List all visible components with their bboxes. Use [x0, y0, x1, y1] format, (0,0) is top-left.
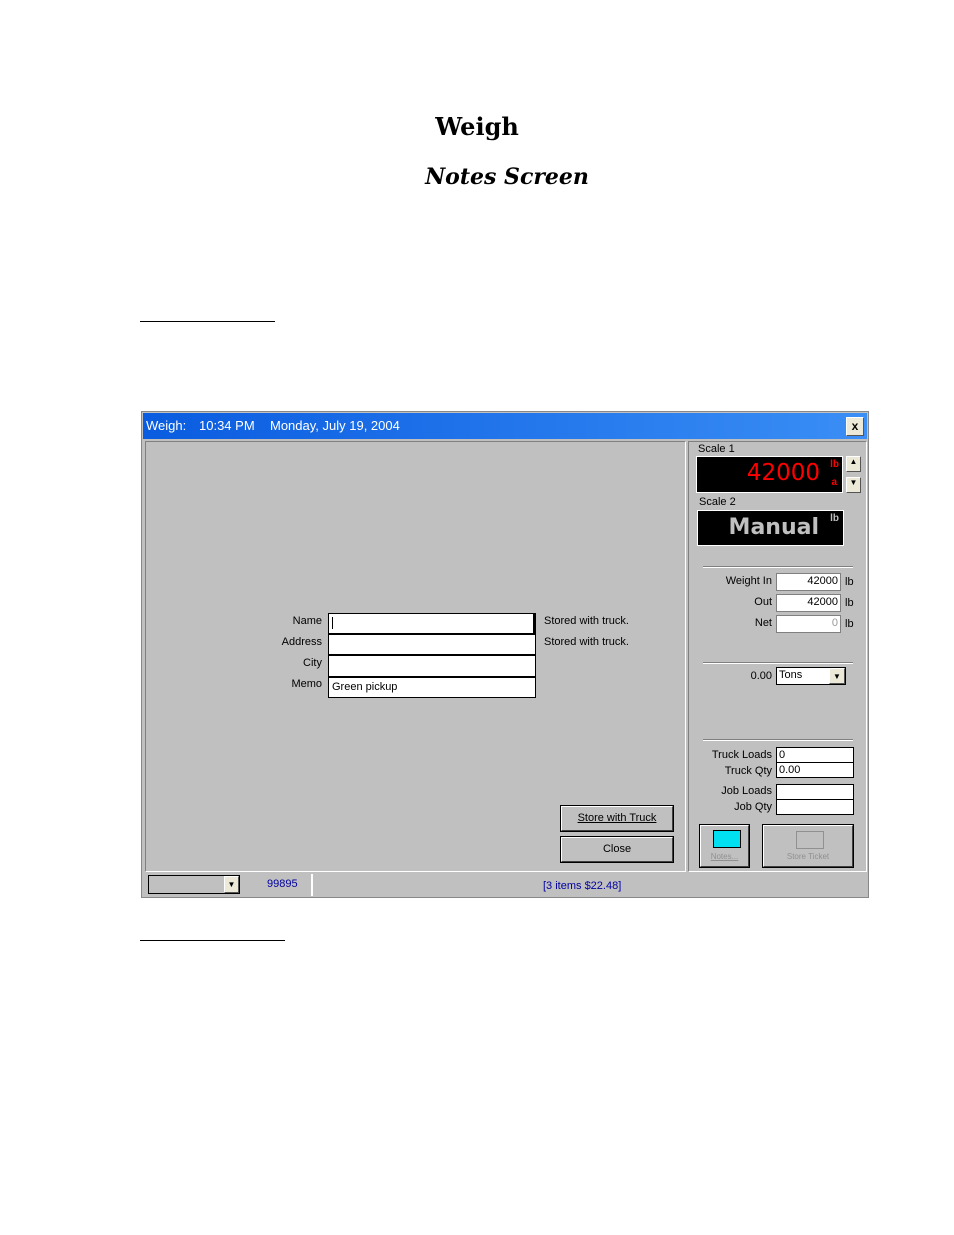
qty-value: 0.00 [750, 670, 772, 682]
divider [703, 662, 853, 664]
notes-label: Notes... [710, 852, 739, 861]
status-items: [3 items $22.48] [543, 880, 622, 892]
scale1-value: 42000 [746, 460, 820, 486]
memo-label: Memo [291, 678, 322, 690]
store-ticket-label: Store Ticket [786, 852, 830, 861]
memo-input[interactable]: Green pickup [328, 677, 536, 698]
job-qty-input[interactable] [776, 799, 854, 815]
scale2-label: Scale 2 [699, 496, 736, 508]
weight-in-value[interactable]: 42000 [776, 573, 841, 591]
job-loads-input[interactable] [776, 784, 854, 800]
truck-qty-label: Truck Qty [724, 765, 772, 777]
address-label: Address [281, 636, 322, 648]
job-loads-label: Job Loads [721, 785, 772, 797]
status-divider [311, 874, 313, 896]
unit-select[interactable]: Tons ▼ [776, 667, 846, 685]
address-input[interactable] [328, 634, 536, 655]
weigh-window: Weigh: 10:34 PM Monday, July 19, 2004 x … [141, 411, 869, 898]
close-icon[interactable]: x [846, 417, 864, 436]
document-heading: Weigh [435, 112, 519, 141]
underline-blank [140, 321, 275, 322]
folder-icon [796, 831, 824, 849]
truck-loads-input[interactable]: 0 [776, 747, 854, 763]
scale1-unit: lb [830, 459, 839, 470]
scale2-value: Manual [728, 515, 819, 540]
truck-loads-label: Truck Loads [711, 749, 772, 761]
title-bar[interactable]: Weigh: 10:34 PM Monday, July 19, 2004 x [143, 413, 867, 439]
city-input[interactable] [328, 655, 536, 677]
title-date: Monday, July 19, 2004 [270, 418, 400, 433]
notes-button[interactable]: Notes... [700, 825, 749, 867]
store-ticket-button: Store Ticket [763, 825, 853, 867]
title-time: 10:34 PM [199, 418, 255, 433]
net-unit: lb [845, 618, 854, 630]
name-input[interactable] [328, 613, 536, 634]
scroll-down-icon[interactable]: ▼ [846, 477, 861, 493]
job-qty-label: Job Qty [734, 801, 772, 813]
scroll-up-icon[interactable]: ▲ [846, 456, 861, 472]
document-subheading: Notes Screen [425, 164, 589, 190]
unit-select-value: Tons [779, 669, 803, 681]
underline-blank [140, 940, 285, 941]
scale1-label: Scale 1 [698, 443, 735, 455]
name-note: Stored with truck. [544, 615, 629, 627]
text-cursor [332, 617, 333, 629]
store-with-truck-button[interactable]: Store with Truck [561, 806, 673, 831]
city-label: City [303, 657, 322, 669]
chevron-down-icon[interactable]: ▼ [224, 876, 239, 893]
title-app: Weigh: [146, 418, 187, 433]
chevron-down-icon[interactable]: ▼ [829, 668, 845, 684]
status-number: 99895 [267, 878, 298, 890]
out-value[interactable]: 42000 [776, 594, 841, 612]
weight-in-label: Weight In [725, 575, 772, 587]
out-unit: lb [845, 597, 854, 609]
name-label: Name [292, 615, 322, 627]
status-select[interactable]: ▼ [148, 875, 240, 894]
notes-icon [713, 830, 741, 848]
document-page: Weigh Notes Screen Weigh: 10:34 PM Monda… [0, 0, 954, 1235]
divider [703, 566, 853, 568]
net-label: Net [754, 617, 772, 629]
close-button[interactable]: Close [561, 837, 673, 862]
divider [703, 739, 853, 741]
scale2-display: Manual lb [697, 510, 844, 546]
weight-in-unit: lb [845, 576, 854, 588]
truck-qty-input[interactable]: 0.00 [776, 762, 854, 778]
net-value: 0 [776, 615, 841, 633]
status-bar: ▼ 99895 [3 items $22.48] [145, 874, 866, 896]
scale1-display: 42000 lb a [696, 456, 843, 493]
out-label: Out [754, 596, 772, 608]
scale2-unit: lb [830, 513, 839, 524]
address-note: Stored with truck. [544, 636, 629, 648]
scale1-mode: a [831, 477, 837, 488]
